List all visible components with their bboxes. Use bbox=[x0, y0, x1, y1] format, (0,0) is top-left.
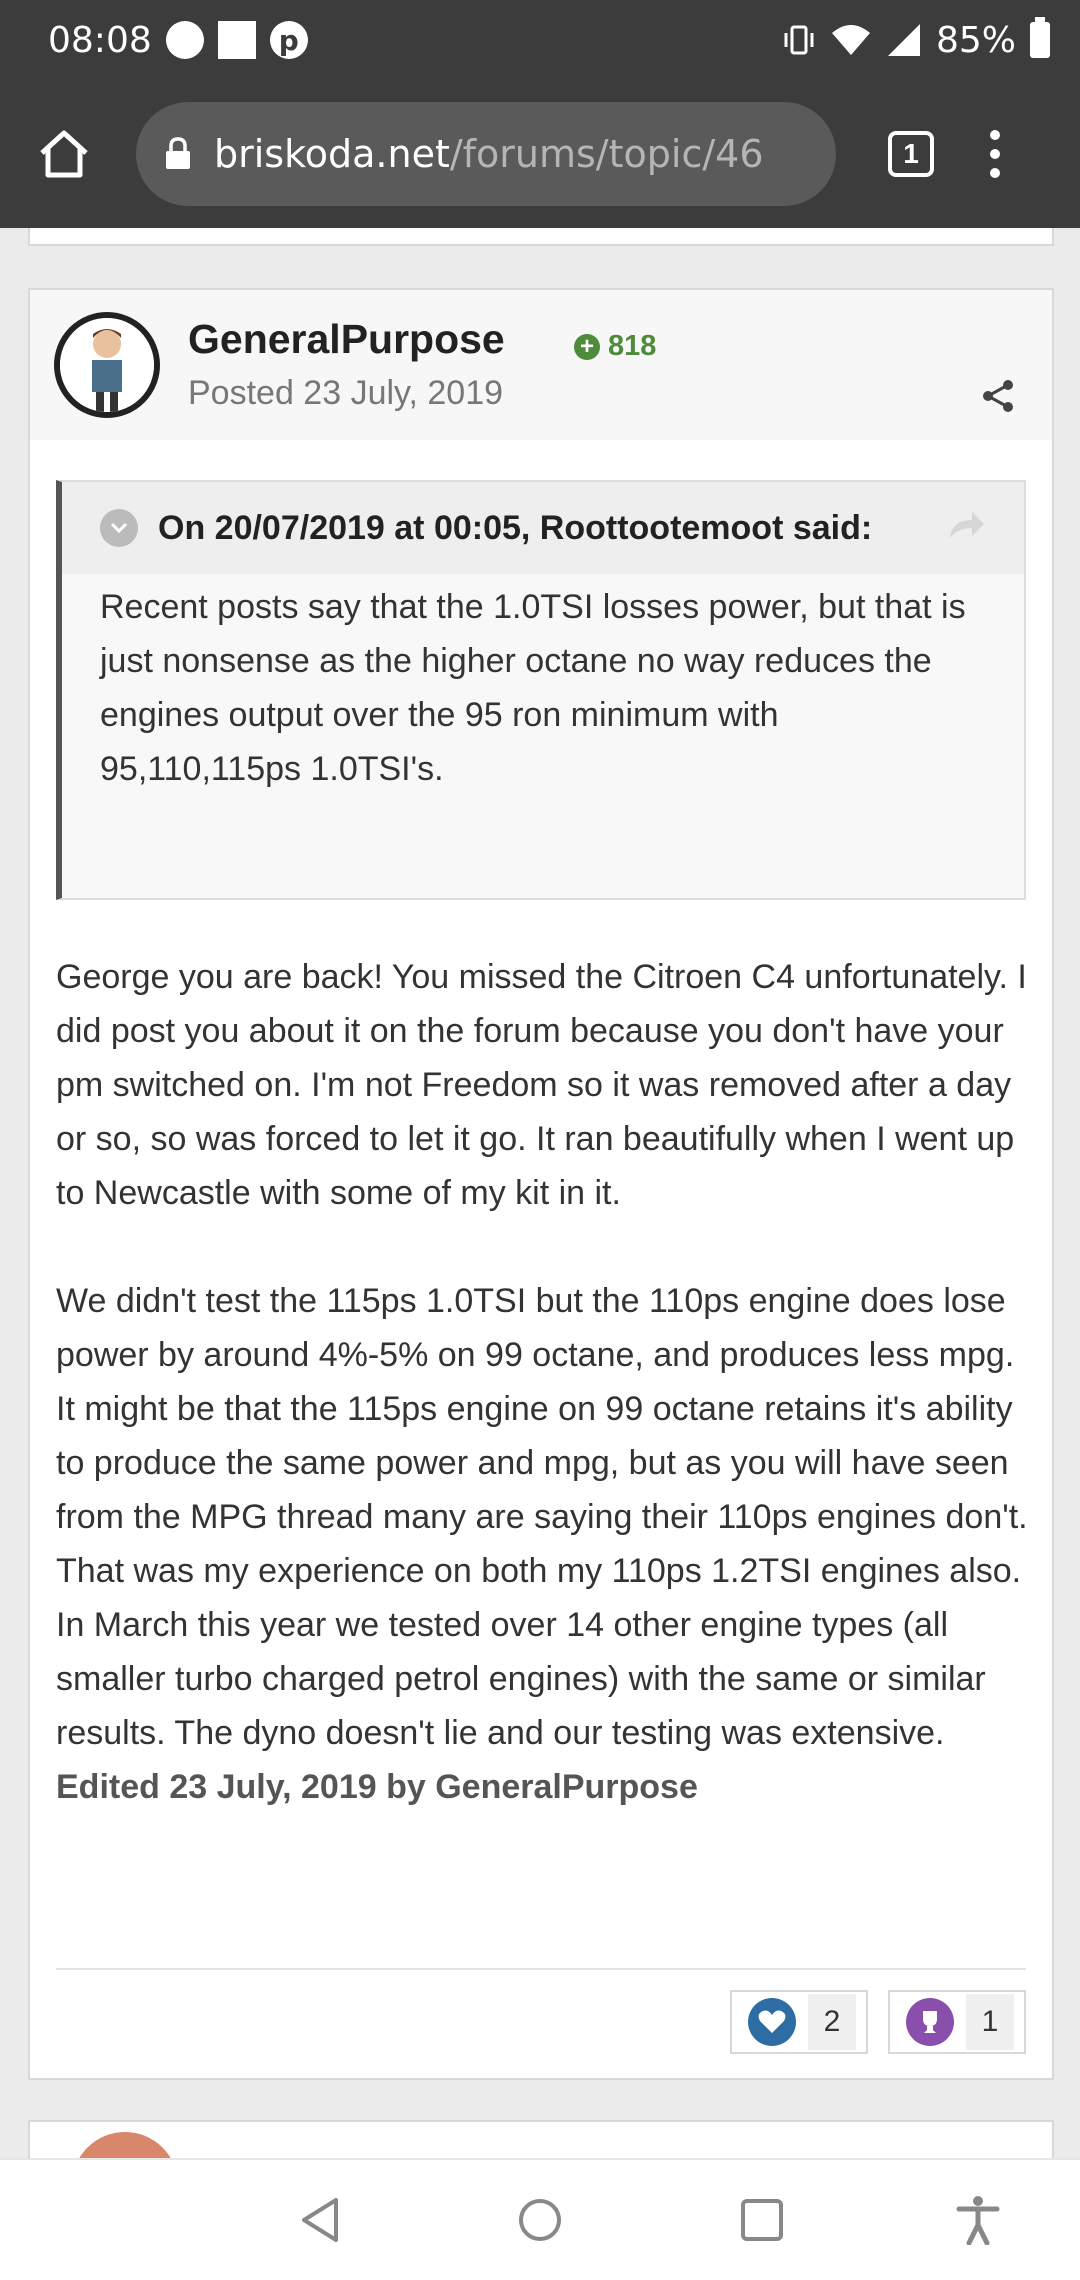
home-circle-icon bbox=[519, 2199, 561, 2241]
trophy-icon bbox=[906, 1998, 954, 2046]
menu-dot bbox=[990, 168, 1000, 178]
circle-icon bbox=[165, 21, 204, 59]
post-header: GeneralPurpose + 818 Posted 23 July, 201… bbox=[30, 290, 1052, 440]
edited-note: Edited 23 July, 2019 by GeneralPurpose bbox=[56, 1768, 698, 1806]
battery-percent: 85% bbox=[935, 19, 1016, 61]
quote-header: On 20/07/2019 at 00:05, Roottootemoot sa… bbox=[62, 482, 1024, 574]
post-paragraph: We didn't test the 115ps 1.0TSI but the … bbox=[56, 1282, 1028, 1752]
back-button[interactable] bbox=[292, 2192, 348, 2248]
reputation-badge: + 818 bbox=[574, 330, 656, 363]
system-nav-bar bbox=[0, 2158, 1080, 2280]
avatar[interactable] bbox=[72, 2132, 178, 2158]
vibrate-icon bbox=[784, 25, 814, 55]
divider bbox=[56, 1968, 1026, 1970]
home-nav-button[interactable] bbox=[512, 2192, 568, 2248]
url-path: /forums/topic/46 bbox=[449, 132, 764, 176]
browser-toolbar: briskoda.net/forums/topic/46 1 bbox=[0, 80, 1080, 228]
overflow-menu-button[interactable] bbox=[990, 130, 1000, 178]
menu-dot bbox=[990, 149, 1000, 159]
trophy-reaction[interactable]: 1 bbox=[888, 1990, 1026, 2054]
square-icon bbox=[217, 21, 256, 59]
battery-icon bbox=[1030, 17, 1050, 58]
post-date[interactable]: Posted 23 July, 2019 bbox=[188, 374, 503, 413]
go-to-quote-icon[interactable] bbox=[946, 508, 986, 542]
like-count: 2 bbox=[808, 1994, 856, 2050]
pinterest-icon: p bbox=[269, 21, 308, 59]
recents-square-icon bbox=[741, 2199, 783, 2241]
status-bar: 08:08 p 85% bbox=[0, 0, 1080, 80]
post-author[interactable]: GeneralPurpose bbox=[188, 316, 505, 363]
url-bar[interactable]: briskoda.net/forums/topic/46 bbox=[136, 102, 836, 206]
forum-post: GeneralPurpose + 818 Posted 23 July, 201… bbox=[28, 288, 1054, 2080]
avatar-figure-icon bbox=[60, 318, 154, 412]
quote-citation: On 20/07/2019 at 00:05, Roottootemoot sa… bbox=[158, 508, 873, 547]
share-icon[interactable] bbox=[980, 378, 1016, 414]
lock-icon bbox=[166, 137, 190, 169]
quote-block: On 20/07/2019 at 00:05, Roottootemoot sa… bbox=[56, 480, 1026, 900]
avatar[interactable] bbox=[54, 312, 160, 418]
like-reaction[interactable]: 2 bbox=[730, 1990, 868, 2054]
plus-circle-icon: + bbox=[574, 333, 600, 360]
wifi-icon bbox=[831, 25, 870, 55]
home-icon bbox=[40, 130, 88, 178]
next-post-card bbox=[28, 2120, 1054, 2158]
chevron-down-icon[interactable] bbox=[100, 509, 138, 547]
heart-icon bbox=[748, 1998, 796, 2046]
signal-icon bbox=[887, 24, 920, 56]
url-domain: briskoda.net bbox=[214, 132, 450, 176]
quote-text: Recent posts say that the 1.0TSI losses … bbox=[100, 588, 966, 788]
status-time: 08:08 bbox=[48, 19, 152, 61]
tab-switcher-button[interactable]: 1 bbox=[888, 131, 934, 177]
trophy-count: 1 bbox=[966, 1994, 1014, 2050]
reputation-count: 818 bbox=[608, 330, 657, 362]
previous-post-card bbox=[28, 228, 1054, 246]
menu-dot bbox=[990, 130, 1000, 140]
accessibility-icon bbox=[956, 2196, 1000, 2245]
post-paragraph: George you are back! You missed the Citr… bbox=[56, 958, 1027, 1212]
home-button[interactable] bbox=[34, 124, 94, 184]
back-triangle-icon bbox=[302, 2198, 338, 2242]
recents-button[interactable] bbox=[734, 2192, 790, 2248]
page-content: GeneralPurpose + 818 Posted 23 July, 201… bbox=[0, 228, 1080, 2158]
post-body: George you are back! You missed the Citr… bbox=[56, 950, 1031, 1814]
accessibility-button[interactable] bbox=[950, 2192, 1006, 2248]
